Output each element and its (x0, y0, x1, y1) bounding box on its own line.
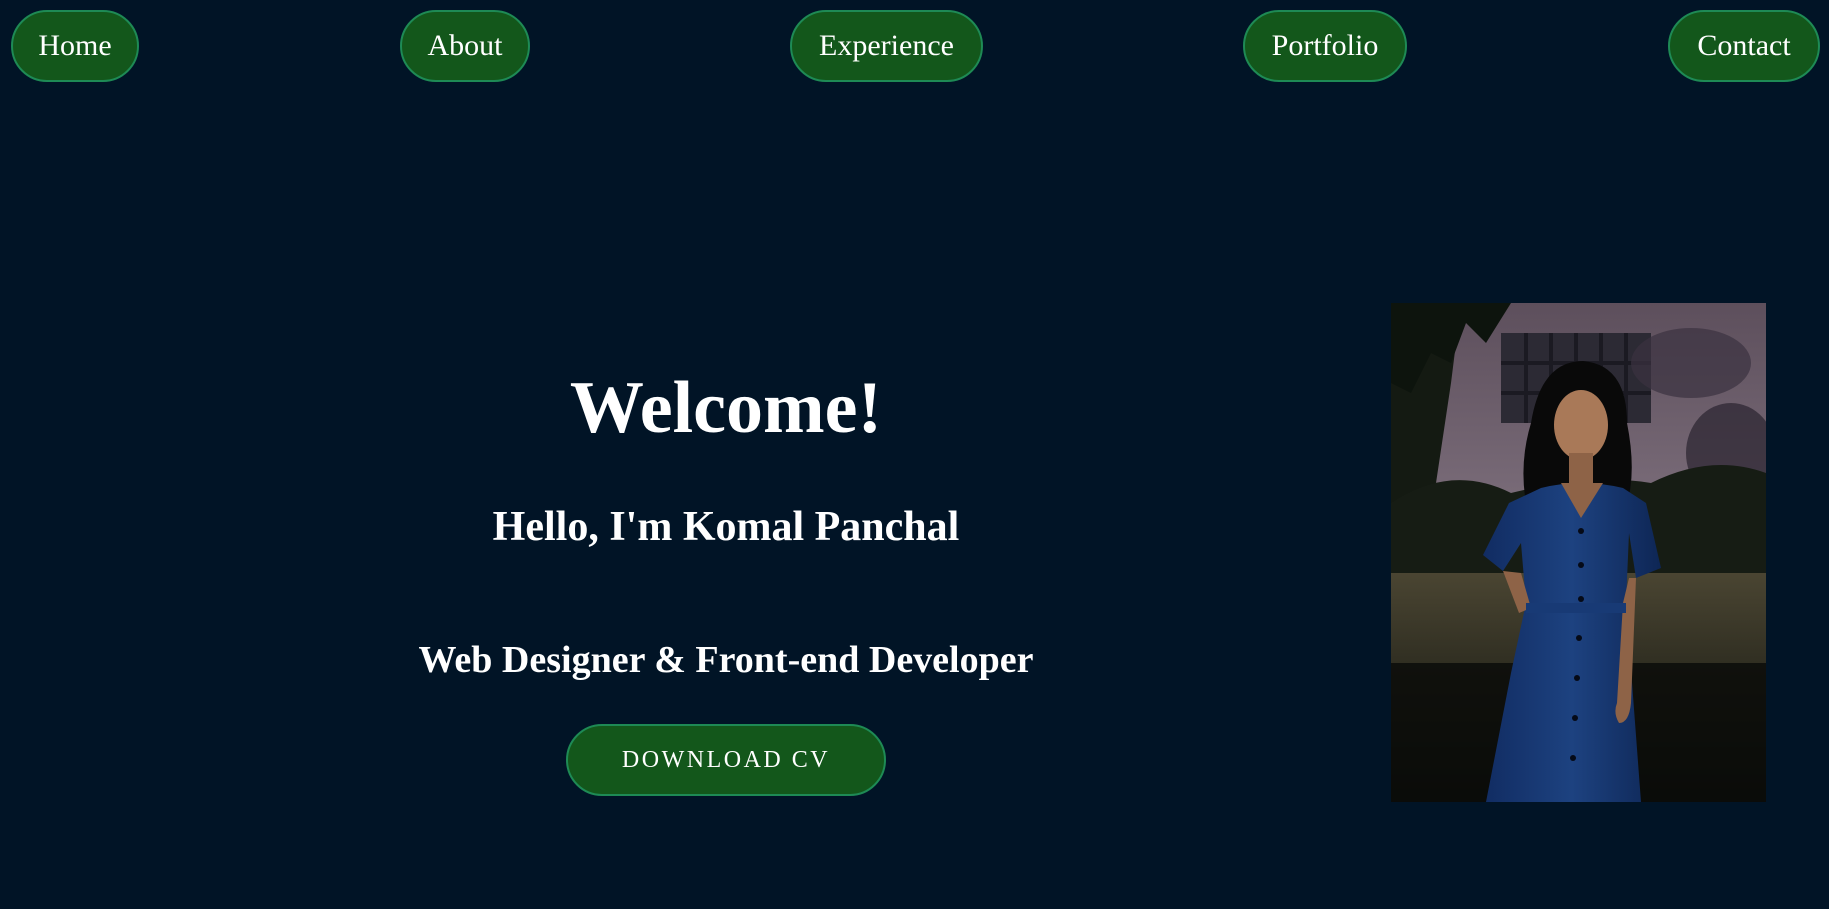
nav-home-button[interactable]: Home (11, 10, 139, 82)
welcome-heading: Welcome! (569, 367, 883, 449)
nav-portfolio-button[interactable]: Portfolio (1243, 10, 1407, 82)
greeting-heading: Hello, I'm Komal Panchal (492, 504, 960, 550)
nav-contact-button[interactable]: Contact (1668, 10, 1820, 82)
nav-about-button[interactable]: About (400, 10, 530, 82)
role-heading: Web Designer & Front-end Developer (418, 639, 1034, 681)
profile-photo (1391, 303, 1766, 802)
nav-experience-button[interactable]: Experience (790, 10, 983, 82)
download-cv-button[interactable]: DOWNLOAD CV (566, 724, 886, 796)
